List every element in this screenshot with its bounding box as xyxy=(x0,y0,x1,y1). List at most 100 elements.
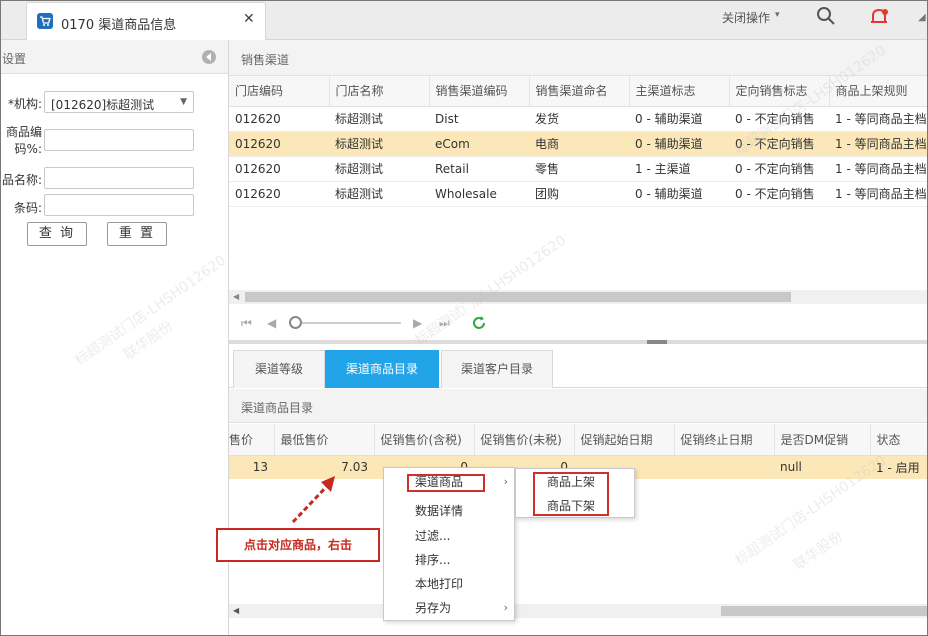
first-page-icon[interactable]: ⏮ xyxy=(241,316,252,331)
column-header[interactable]: 促销售价(未税) xyxy=(474,424,575,456)
window-tab[interactable]: 0170 渠道商品信息 ✕ xyxy=(26,2,266,40)
sales-channel-table: 门店编码 门店名称 销售渠道编码 销售渠道命名 主渠道标志 定向销售标志 商品上架规则 01… xyxy=(229,76,928,207)
table-cell: 标超测试 xyxy=(329,131,429,157)
reset-button[interactable]: 重 置 xyxy=(107,222,167,246)
column-header[interactable]: 销售渠道编码 xyxy=(429,76,530,107)
org-select-value: [012620]标超测试 xyxy=(51,98,155,112)
chevron-right-icon: › xyxy=(503,601,508,614)
table-cell: 0 - 不定向销售 xyxy=(729,181,829,207)
column-header[interactable]: 商品上架规则 xyxy=(829,76,928,107)
table-cell: 012620 xyxy=(229,106,329,132)
table-cell: 0 - 不定向销售 xyxy=(729,131,829,157)
product-code-label-2: 码%: xyxy=(14,142,42,156)
barcode-label: 条码: xyxy=(13,201,42,215)
column-header[interactable]: 售价 xyxy=(229,424,275,456)
column-header[interactable]: 状态 xyxy=(870,424,928,456)
table-cell: 1 - 主渠道 xyxy=(629,156,729,182)
column-header[interactable]: 促销售价(含税) xyxy=(374,424,475,456)
table-cell: Wholesale xyxy=(429,181,529,207)
last-page-icon[interactable]: ⏭ xyxy=(439,316,450,331)
table-cell: 团购 xyxy=(529,181,629,207)
org-label: *机构: xyxy=(7,97,42,111)
menu-item-filter[interactable]: 过滤... xyxy=(384,524,514,548)
table-row[interactable]: 012620 标超测试 Retail 零售 1 - 主渠道 0 - 不定向销售 1 - 等同… xyxy=(229,156,928,182)
tab-channel-product-catalog[interactable]: 渠道商品目录 xyxy=(325,350,439,388)
page-slider-knob[interactable] xyxy=(289,316,302,329)
product-code-label: 商品编 xyxy=(5,125,42,139)
table-cell: 标超测试 xyxy=(329,156,429,182)
user-icon[interactable]: ◢ xyxy=(918,12,928,23)
table-cell: 1 - 等同商品主档 xyxy=(829,131,928,157)
next-page-icon[interactable]: ▶ xyxy=(413,316,422,330)
prev-page-icon[interactable]: ◀ xyxy=(267,316,276,330)
collapse-left-icon[interactable] xyxy=(202,50,216,64)
close-operations-menu[interactable]: 关闭操作 xyxy=(722,9,770,26)
left-panel-header: 设置 xyxy=(0,40,228,74)
table-cell: Dist xyxy=(429,106,529,132)
table-cell: 标超测试 xyxy=(329,106,429,132)
title-bar: 0170 渠道商品信息 ✕ 关闭操作 ▾ ◢ xyxy=(0,0,928,40)
menu-item-sort[interactable]: 排序... xyxy=(384,548,514,572)
column-header[interactable]: 最低售价 xyxy=(274,424,375,456)
chevron-down-icon[interactable]: ▾ xyxy=(775,10,780,20)
column-header[interactable]: 门店编码 xyxy=(229,76,330,107)
window-tab-title: 0170 渠道商品信息 xyxy=(61,18,177,33)
product-code-input[interactable] xyxy=(44,129,194,151)
bell-icon[interactable] xyxy=(868,6,890,28)
scroll-left-icon[interactable]: ◀ xyxy=(233,292,239,301)
search-icon[interactable] xyxy=(816,6,836,26)
horizontal-scrollbar[interactable]: ◀ xyxy=(229,604,928,618)
table-cell: Retail xyxy=(429,156,529,182)
product-name-label: 品名称: xyxy=(1,173,42,187)
table-cell: 0 - 辅助渠道 xyxy=(629,106,729,132)
close-icon[interactable]: ✕ xyxy=(243,11,255,27)
annotation-callout: 点击对应商品，右击 xyxy=(216,528,380,562)
left-panel-title: 设置 xyxy=(2,52,27,66)
tab-channel-level[interactable]: 渠道等级 xyxy=(233,350,325,388)
barcode-input[interactable] xyxy=(44,194,194,216)
table-cell: 0 - 辅助渠道 xyxy=(629,131,729,157)
column-header[interactable]: 销售渠道命名 xyxy=(529,76,630,107)
table-cell: 零售 xyxy=(529,156,629,182)
sales-channel-header: 销售渠道 xyxy=(229,40,928,76)
table-cell: 13 xyxy=(229,455,274,479)
table-cell: 标超测试 xyxy=(329,181,429,207)
scroll-left-icon[interactable]: ◀ xyxy=(233,606,239,615)
menu-item-save-as[interactable]: 另存为 › xyxy=(384,596,514,620)
scrollbar-thumb[interactable] xyxy=(721,606,928,616)
table-row[interactable]: 012620 标超测试 eCom 电商 0 - 辅助渠道 0 - 不定向销售 1 - 等同商… xyxy=(229,131,928,157)
column-header[interactable]: 促销起始日期 xyxy=(574,424,675,456)
table-cell: 电商 xyxy=(529,131,629,157)
highlight-box xyxy=(533,472,609,516)
table-cell: 1 - 等同商品主档 xyxy=(829,106,928,132)
menu-item-data-details[interactable]: 数据详情 xyxy=(384,499,514,523)
pager: ⏮ ◀ ▶ ⏭ xyxy=(229,306,928,340)
table-cell: 0 - 辅助渠道 xyxy=(629,181,729,207)
tab-channel-customer-catalog[interactable]: 渠道客户目录 xyxy=(441,350,553,388)
column-header[interactable]: 门店名称 xyxy=(329,76,430,107)
query-button[interactable]: 查 询 xyxy=(27,222,87,246)
table-cell xyxy=(674,455,774,479)
table-row[interactable]: 012620 标超测试 Wholesale 团购 0 - 辅助渠道 0 - 不定向销售 1 … xyxy=(229,181,928,207)
scrollbar-thumb[interactable] xyxy=(245,292,791,302)
table-cell: 1 - 等同商品主档 xyxy=(829,156,928,182)
org-select[interactable]: [012620]标超测试 ▼ xyxy=(44,91,194,113)
cart-icon xyxy=(37,13,53,29)
column-header[interactable]: 促销终止日期 xyxy=(674,424,775,456)
table-cell: 012620 xyxy=(229,181,329,207)
chevron-down-icon[interactable]: ▼ xyxy=(180,97,187,107)
column-header[interactable]: 定向销售标志 xyxy=(729,76,830,107)
refresh-icon[interactable] xyxy=(471,315,487,331)
table-cell: eCom xyxy=(429,131,529,157)
column-header[interactable]: 主渠道标志 xyxy=(629,76,730,107)
horizontal-scrollbar[interactable]: ◀ xyxy=(229,290,928,304)
product-name-input[interactable] xyxy=(44,167,194,189)
menu-item-local-print[interactable]: 本地打印 xyxy=(384,572,514,596)
column-header[interactable]: 是否DM促销 xyxy=(774,424,871,456)
table-cell: 012620 xyxy=(229,156,329,182)
page-slider[interactable] xyxy=(295,322,401,324)
sales-channel-title: 销售渠道 xyxy=(241,53,290,67)
bottom-tab-bar: 渠道等级 渠道商品目录 渠道客户目录 xyxy=(229,344,928,388)
table-row[interactable]: 012620 标超测试 Dist 发货 0 - 辅助渠道 0 - 不定向销售 1 - 等同商… xyxy=(229,106,928,132)
table-cell: 0 - 不定向销售 xyxy=(729,156,829,182)
